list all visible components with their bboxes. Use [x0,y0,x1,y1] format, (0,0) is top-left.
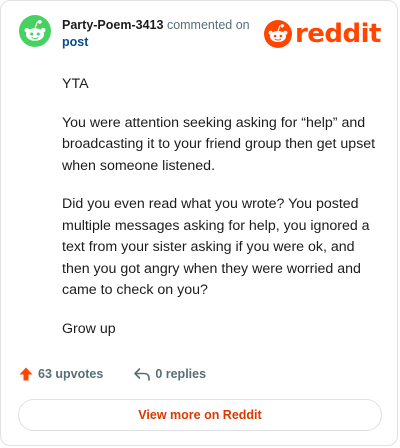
post-link[interactable]: post [62,35,88,49]
reddit-logo-icon [263,20,292,48]
comment-actions: 63 upvotes 0 replies [18,366,206,382]
reddit-wordmark: reddit [294,19,382,49]
author-link[interactable]: Party-Poem-3413 [62,18,163,32]
comment-paragraph: Did you even read what you wrote? You po… [62,196,370,298]
view-more-button[interactable]: View more on Reddit [18,399,382,431]
comment-embed-card: Party-Poem-3413 commented on post reddit… [0,0,398,446]
avatar[interactable] [19,15,51,47]
action-text: commented on [166,18,250,32]
snoo-avatar-icon [19,15,51,47]
upvote-icon [19,367,33,381]
reply-icon [134,368,151,381]
reply-count: 0 replies [155,367,207,381]
comment-paragraph: Grow up [62,320,116,337]
comment-body: YTA You were attention seeking asking fo… [62,74,380,357]
upvote-count: 63 upvotes [38,367,104,381]
comment-meta: Party-Poem-3413 commented on post [62,17,272,51]
comment-paragraph: YTA [62,76,89,92]
comment-paragraph: You were attention seeking asking for “h… [62,114,376,174]
upvote-button[interactable]: 63 upvotes [18,366,103,382]
replies-button[interactable]: 0 replies [133,366,206,382]
reddit-logo[interactable]: reddit [263,19,382,49]
